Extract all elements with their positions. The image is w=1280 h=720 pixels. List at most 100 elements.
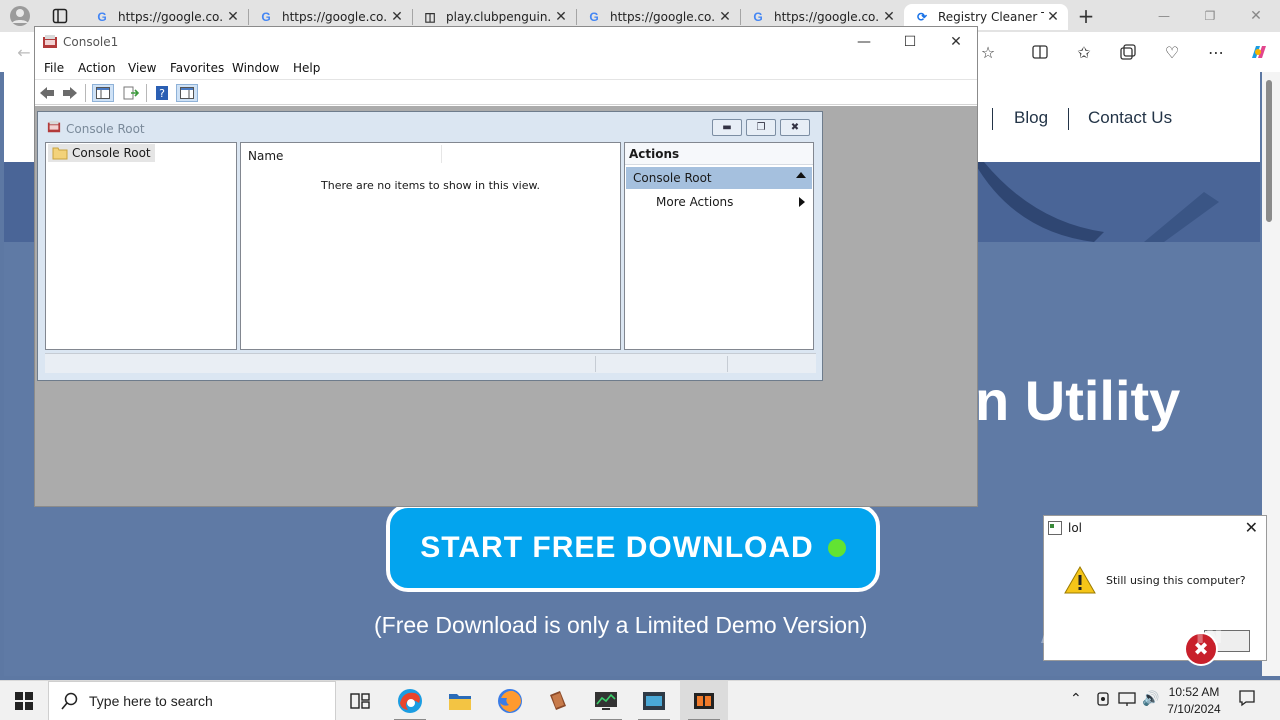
edge-browser-icon[interactable] xyxy=(386,681,434,720)
window-minimize-button[interactable]: — xyxy=(1150,2,1178,30)
submenu-arrow-icon xyxy=(799,197,805,207)
nav-link-blog[interactable]: Blog xyxy=(1014,108,1048,128)
page-scroll-thumb[interactable] xyxy=(1266,80,1272,222)
console-root-window: Console Root ▬ ❐ ✖ Console Root Name The… xyxy=(37,111,823,381)
mmc-toolbar: ? xyxy=(35,79,977,105)
google-icon: G xyxy=(753,10,763,24)
tab-close-icon[interactable]: ✕ xyxy=(716,9,734,25)
child-close-button[interactable]: ✖ xyxy=(780,119,810,136)
status-separator xyxy=(595,356,596,372)
window-close-button[interactable]: ✕ xyxy=(1242,2,1270,30)
more-options-icon[interactable]: ⋯ xyxy=(1202,38,1230,66)
console-root-window-title: Console Root xyxy=(66,122,145,136)
tab-close-icon[interactable]: ✕ xyxy=(552,9,570,25)
tab-title: Registry Cleaner To xyxy=(938,10,1044,24)
menu-view[interactable]: View xyxy=(128,61,156,75)
toolbar-separator xyxy=(146,84,147,102)
split-screen-icon[interactable] xyxy=(1026,38,1054,66)
new-tab-button[interactable]: + xyxy=(1072,2,1100,30)
clock-date: 7/10/2024 xyxy=(1167,702,1221,716)
network-icon[interactable] xyxy=(1118,691,1136,711)
task-view-icon[interactable] xyxy=(336,681,384,720)
favorites-icon[interactable]: ✩ xyxy=(1070,38,1098,66)
menu-action[interactable]: Action xyxy=(78,61,116,75)
status-bar xyxy=(45,353,816,373)
menu-window[interactable]: Window xyxy=(232,61,279,75)
empty-list-message: There are no items to show in this view. xyxy=(321,179,540,192)
mmc-close-button[interactable]: ✕ xyxy=(933,31,979,53)
tab-close-icon[interactable]: ✕ xyxy=(224,9,242,25)
google-icon: G xyxy=(589,10,599,24)
dialog-message: Still using this computer? xyxy=(1106,574,1246,587)
app-icon-monitor[interactable] xyxy=(582,681,630,720)
start-free-download-button[interactable]: START FREE DOWNLOAD xyxy=(386,504,880,592)
search-placeholder: Type here to search xyxy=(89,693,213,709)
actions-group-label: Console Root xyxy=(633,171,712,185)
forward-icon[interactable] xyxy=(61,84,79,102)
google-icon: G xyxy=(97,10,107,24)
volume-icon[interactable]: 🔊 xyxy=(1142,691,1159,707)
collections-icon[interactable] xyxy=(1114,38,1142,66)
mmc-app-icon xyxy=(42,34,58,53)
anyrun-watermark: ANY.RUN xyxy=(1040,608,1225,652)
warning-icon xyxy=(1064,565,1096,597)
status-separator xyxy=(727,356,728,372)
tab-close-icon[interactable]: ✕ xyxy=(1044,9,1062,25)
system-clock[interactable]: 10:52 AM 7/10/2024 xyxy=(1158,684,1230,718)
column-header-name[interactable]: Name xyxy=(248,149,283,163)
dialog-close-button[interactable]: ✕ xyxy=(1245,518,1258,537)
profile-avatar-icon[interactable] xyxy=(6,2,34,30)
more-actions-item[interactable]: More Actions xyxy=(656,195,733,209)
results-list-pane: Name There are no items to show in this … xyxy=(240,142,621,350)
actions-header: Actions xyxy=(625,143,813,165)
mmc-minimize-button[interactable]: — xyxy=(841,31,887,53)
menu-favorites[interactable]: Favorites xyxy=(170,61,224,75)
mmc-menu-bar: File Action View Favorites Window Help xyxy=(35,57,977,79)
app-icon-book[interactable] xyxy=(534,681,582,720)
tree-item-console-root[interactable]: Console Root xyxy=(48,144,155,162)
security-icon[interactable] xyxy=(1096,691,1110,711)
dialog-app-icon xyxy=(1048,521,1062,538)
mmc-maximize-button[interactable]: ☐ xyxy=(887,31,933,53)
show-hidden-icons-chevron[interactable]: ⌃ xyxy=(1070,691,1082,707)
show-action-pane-icon[interactable] xyxy=(176,84,198,102)
clock-time: 10:52 AM xyxy=(1168,685,1220,699)
show-tree-icon[interactable] xyxy=(92,84,114,102)
console-tree-pane: Console Root xyxy=(45,142,237,350)
notifications-icon[interactable] xyxy=(1238,689,1256,711)
column-separator[interactable] xyxy=(441,145,442,163)
app-icon-terminal[interactable] xyxy=(630,681,678,720)
mmc-client-area: Console Root ▬ ❐ ✖ Console Root Name The… xyxy=(35,106,977,506)
loading-icon: ⟳ xyxy=(916,10,928,24)
mmc-taskbar-icon[interactable] xyxy=(680,681,728,720)
tab-title: https://google.co... xyxy=(610,10,716,24)
actions-group-console-root[interactable]: Console Root xyxy=(626,167,812,189)
start-button[interactable] xyxy=(0,681,48,720)
child-minimize-button[interactable]: ▬ xyxy=(712,119,742,136)
tab-close-icon[interactable]: ✕ xyxy=(880,9,898,25)
export-list-icon[interactable] xyxy=(122,84,140,102)
window-restore-button[interactable]: ❐ xyxy=(1196,2,1224,30)
child-restore-button[interactable]: ❐ xyxy=(746,119,776,136)
file-explorer-icon[interactable] xyxy=(436,681,484,720)
taskbar-search-box[interactable]: Type here to search xyxy=(48,681,336,720)
tab-close-icon[interactable]: ✕ xyxy=(388,9,406,25)
copilot-icon[interactable] xyxy=(1244,38,1272,66)
search-icon xyxy=(61,692,79,713)
collapse-arrow-icon[interactable] xyxy=(796,172,806,178)
back-icon[interactable] xyxy=(38,84,56,102)
tab-title: https://google.co... xyxy=(118,10,224,24)
nav-link-contact[interactable]: Contact Us xyxy=(1088,108,1172,128)
browser-essentials-icon[interactable]: ♡ xyxy=(1158,38,1186,66)
folder-icon xyxy=(52,146,68,165)
windows-taskbar: Type here to search ⌃ 🔊 10:52 AM 7/10/20… xyxy=(0,680,1280,720)
menu-file[interactable]: File xyxy=(44,61,64,75)
tab-title: https://google.co... xyxy=(282,10,388,24)
console-root-window-icon xyxy=(47,120,61,137)
mmc-title-bar[interactable]: Console1 — ☐ ✕ xyxy=(35,27,977,57)
tree-item-label: Console Root xyxy=(72,146,151,160)
menu-help[interactable]: Help xyxy=(293,61,320,75)
cta-label: START FREE DOWNLOAD xyxy=(420,531,814,564)
help-icon[interactable]: ? xyxy=(153,84,171,102)
firefox-icon[interactable] xyxy=(486,681,534,720)
